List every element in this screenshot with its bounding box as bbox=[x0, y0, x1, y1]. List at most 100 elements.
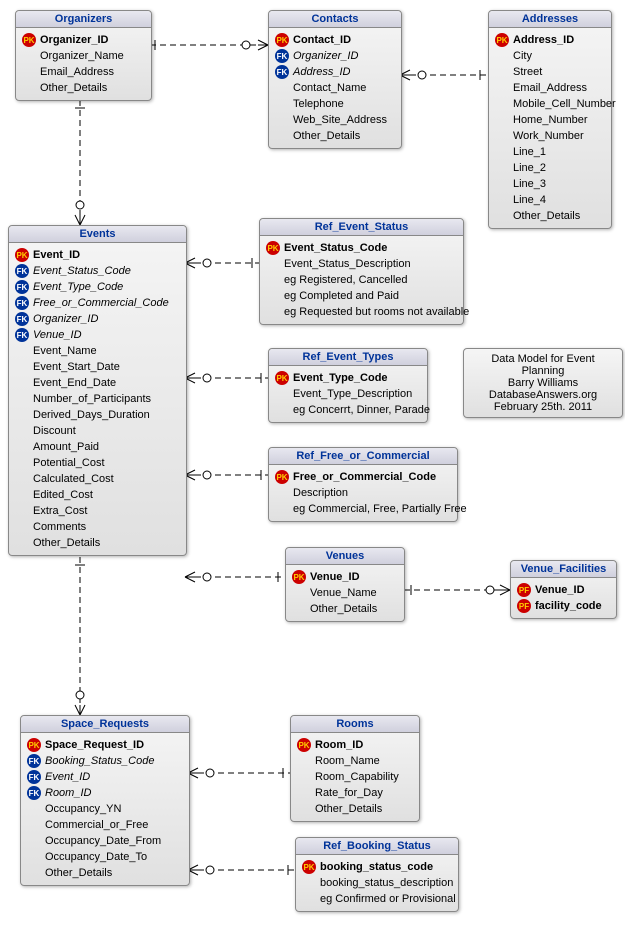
entity-title: Space_Requests bbox=[21, 716, 189, 733]
column-label: Room_Name bbox=[315, 755, 380, 767]
column-venue_name: Venue_Name bbox=[292, 585, 398, 601]
info-line: February 25th. 2011 bbox=[472, 401, 614, 413]
column-organizer_id: PK Organizer_ID bbox=[22, 32, 145, 48]
pk-icon: PK bbox=[275, 371, 289, 385]
column-label: Organizer_ID bbox=[293, 50, 358, 62]
column-label: Contact_ID bbox=[293, 34, 351, 46]
column-occupancy_date_from: Occupancy_Date_From bbox=[27, 833, 183, 849]
column-calculated_cost: Calculated_Cost bbox=[15, 471, 180, 487]
column-label: Discount bbox=[33, 425, 76, 437]
pk-icon: PK bbox=[275, 33, 289, 47]
column-label: Room_ID bbox=[315, 739, 363, 751]
column-potential_cost: Potential_Cost bbox=[15, 455, 180, 471]
fk-icon: FK bbox=[15, 264, 29, 278]
column-eg confirmed or provisional: eg Confirmed or Provisional bbox=[302, 891, 452, 907]
column-label: Other_Details bbox=[513, 210, 580, 222]
column-address_id: PKAddress_ID bbox=[495, 32, 605, 48]
column-label: Venue_ID bbox=[310, 571, 360, 583]
column-room_id: PKRoom_ID bbox=[297, 737, 413, 753]
entity-title: Ref_Event_Status bbox=[260, 219, 463, 236]
column-address_id: FKAddress_ID bbox=[275, 64, 395, 80]
column-label: Other_Details bbox=[33, 537, 100, 549]
column-label: Other_Details bbox=[315, 803, 382, 815]
column-label: Line_3 bbox=[513, 178, 546, 190]
column-label: eg Requested but rooms not available bbox=[284, 306, 469, 318]
column-label: Work_Number bbox=[513, 130, 584, 142]
column-line_4: Line_4 bbox=[495, 192, 605, 208]
column-home_number: Home_Number bbox=[495, 112, 605, 128]
column-booking_status_description: booking_status_description bbox=[302, 875, 452, 891]
column-event_status_description: Event_Status_Description bbox=[266, 256, 457, 272]
column-commercial_or_free: Commercial_or_Free bbox=[27, 817, 183, 833]
column-event_name: Event_Name bbox=[15, 343, 180, 359]
fk-icon: FK bbox=[275, 65, 289, 79]
pf-icon: PF bbox=[517, 583, 531, 597]
entity-title: Addresses bbox=[489, 11, 611, 28]
column-label: Event_Name bbox=[33, 345, 97, 357]
entity-space-requests: Space_Requests PKSpace_Request_IDFKBooki… bbox=[20, 715, 190, 886]
column-email_address: Email_Address bbox=[495, 80, 605, 96]
column-web_site_address: Web_Site_Address bbox=[275, 112, 395, 128]
column-label: Free_or_Commercial_Code bbox=[33, 297, 169, 309]
column-mobile_cell_number: Mobile_Cell_Number bbox=[495, 96, 605, 112]
column-label: Home_Number bbox=[513, 114, 588, 126]
column-label: Room_Capability bbox=[315, 771, 399, 783]
entity-title: Contacts bbox=[269, 11, 401, 28]
column-label: Contact_Name bbox=[293, 82, 366, 94]
entity-title: Ref_Event_Types bbox=[269, 349, 427, 366]
column-label: Space_Request_ID bbox=[45, 739, 144, 751]
column-organizer_id: FKOrganizer_ID bbox=[15, 311, 180, 327]
column-label: eg Concerrt, Dinner, Parade bbox=[293, 404, 430, 416]
column-label: Event_End_Date bbox=[33, 377, 116, 389]
pk-icon: PK bbox=[22, 33, 36, 47]
column-room_id: FKRoom_ID bbox=[27, 785, 183, 801]
column-label: Occupancy_Date_From bbox=[45, 835, 161, 847]
column-label: Event_ID bbox=[33, 249, 80, 261]
column-label: Description bbox=[293, 487, 348, 499]
column-other_details: Other_Details bbox=[297, 801, 413, 817]
column-label: facility_code bbox=[535, 600, 602, 612]
entity-title: Venue_Facilities bbox=[511, 561, 616, 578]
column-label: Organizer_ID bbox=[40, 34, 108, 46]
column-label: Commercial_or_Free bbox=[45, 819, 148, 831]
column-number_of_participants: Number_of_Participants bbox=[15, 391, 180, 407]
column-label: Potential_Cost bbox=[33, 457, 105, 469]
fk-icon: FK bbox=[27, 786, 41, 800]
entity-organizers: Organizers PKOrganizer_IDOrganizer_NameE… bbox=[15, 10, 152, 101]
column-line_3: Line_3 bbox=[495, 176, 605, 192]
column-label: Web_Site_Address bbox=[293, 114, 387, 126]
column-event_type_description: Event_Type_Description bbox=[275, 386, 421, 402]
column-contact_name: Contact_Name bbox=[275, 80, 395, 96]
column-other_details: Other_Details bbox=[275, 128, 395, 144]
column-label: Email_Address bbox=[40, 66, 114, 78]
column-other_details: Other_Details bbox=[22, 80, 145, 96]
column-occupancy_date_to: Occupancy_Date_To bbox=[27, 849, 183, 865]
column-event_status_code: FKEvent_Status_Code bbox=[15, 263, 180, 279]
column-label: Other_Details bbox=[45, 867, 112, 879]
column-eg commercial, free, partially free: eg Commercial, Free, Partially Free bbox=[275, 501, 451, 517]
column-label: Address_ID bbox=[513, 34, 574, 46]
info-line: Barry Williams bbox=[472, 377, 614, 389]
column-venue_id: PF Venue_ID bbox=[517, 582, 610, 598]
column-contact_id: PK Contact_ID bbox=[275, 32, 395, 48]
column-label: City bbox=[513, 50, 532, 62]
column-label: Event_Type_Description bbox=[293, 388, 412, 400]
column-label: Extra_Cost bbox=[33, 505, 87, 517]
column-label: Occupancy_YN bbox=[45, 803, 121, 815]
info-line: DatabaseAnswers.org bbox=[472, 389, 614, 401]
column-rate_for_day: Rate_for_Day bbox=[297, 785, 413, 801]
column-eg concerrt, dinner, parade: eg Concerrt, Dinner, Parade bbox=[275, 402, 421, 418]
pf-icon: PF bbox=[517, 599, 531, 613]
column-comments: Comments bbox=[15, 519, 180, 535]
column-label: Event_ID bbox=[45, 771, 90, 783]
entity-title: Organizers bbox=[16, 11, 151, 28]
fk-icon: FK bbox=[27, 754, 41, 768]
column-label: Venue_ID bbox=[535, 584, 585, 596]
column-label: eg Confirmed or Provisional bbox=[320, 893, 456, 905]
column-event_status_code: PKEvent_Status_Code bbox=[266, 240, 457, 256]
column-label: Event_Type_Code bbox=[33, 281, 123, 293]
column-label: eg Registered, Cancelled bbox=[284, 274, 408, 286]
column-free_or_commercial_code: FKFree_or_Commercial_Code bbox=[15, 295, 180, 311]
column-occupancy_yn: Occupancy_YN bbox=[27, 801, 183, 817]
column-label: Event_Start_Date bbox=[33, 361, 120, 373]
